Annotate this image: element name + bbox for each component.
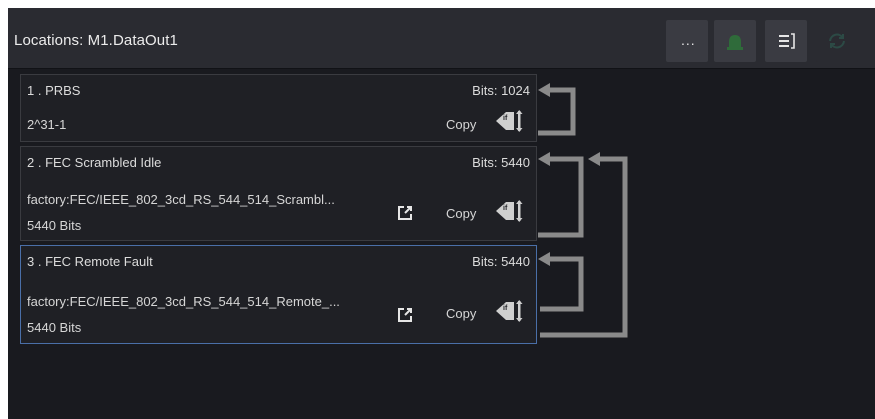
loop-arrow-head — [538, 83, 550, 97]
loop-arrow-head — [538, 252, 550, 266]
loop-arrows — [538, 83, 628, 338]
loop-arrow-icon — [538, 156, 584, 238]
locations-panel: Locations: M1.DataOut1 ... 1 . PRBS Bits… — [8, 8, 875, 419]
loop-arrow-head — [538, 152, 550, 166]
loop-arrow-icon — [540, 256, 584, 312]
loop-arrow-head — [588, 152, 600, 166]
loop-arrow-icon — [538, 87, 576, 136]
